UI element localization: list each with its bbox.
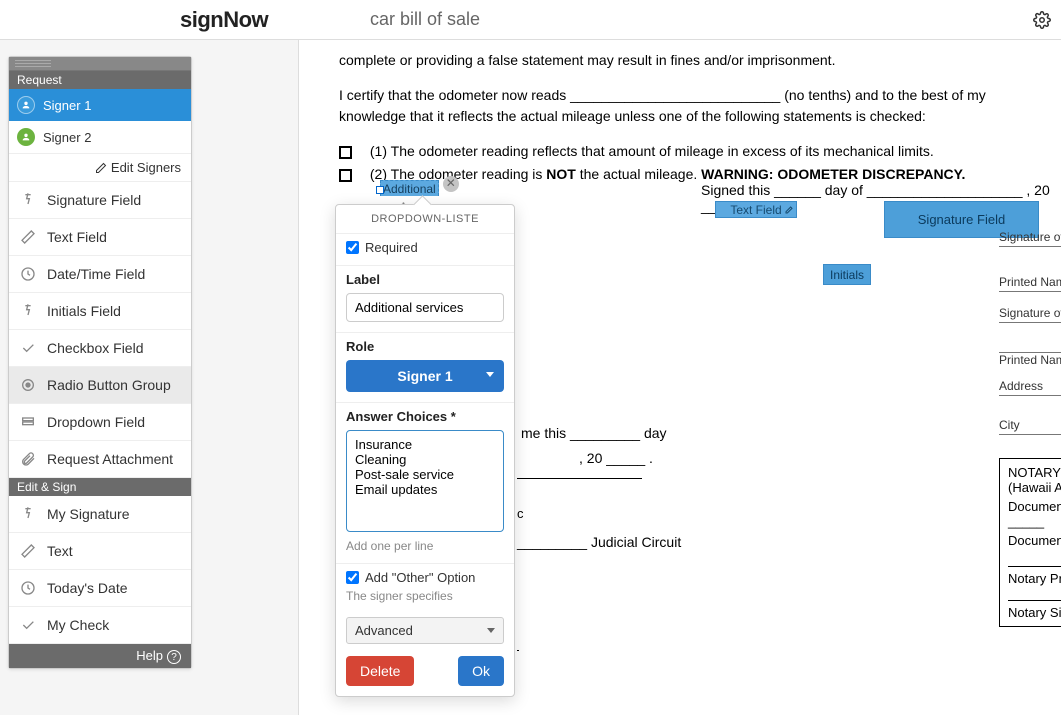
signature-icon <box>19 506 37 522</box>
person-icon <box>17 96 35 114</box>
chevron-down-icon <box>486 372 494 377</box>
role-label: Role <box>346 339 504 354</box>
field-datetime[interactable]: Date/Time Field <box>9 256 191 293</box>
text-field-chip[interactable]: Text Field <box>715 201 797 218</box>
notary-title: NOTARY CERTIFICATION: <box>1008 465 1061 480</box>
doc-text: complete or providing a false statement … <box>339 50 1041 71</box>
checkbox-icon <box>339 169 352 182</box>
doc-text: me this _________ day <box>521 423 667 444</box>
notary-box: NOTARY CERTIFICATION: (Hawaii Administra… <box>999 458 1061 627</box>
notary-docdate: Document Date: _________________ No. Pag… <box>1008 499 1061 529</box>
radio-icon <box>19 377 37 393</box>
check-icon <box>19 340 37 356</box>
field-initials[interactable]: Initials Field <box>9 293 191 330</box>
other-checkbox[interactable] <box>346 571 359 584</box>
field-signature[interactable]: Signature Field <box>9 182 191 219</box>
notary-name: Notary Printed Name <box>1008 571 1061 586</box>
form-label: Printed Name of Seller <box>999 275 1061 289</box>
field-text[interactable]: Text Field <box>9 219 191 256</box>
signer-2[interactable]: Signer 2 <box>9 121 191 153</box>
doc-text: _________ Judicial Circuit <box>517 532 681 553</box>
ok-button[interactable]: Ok <box>458 656 504 686</box>
doc-text: c <box>517 504 524 524</box>
help-button[interactable]: Help? <box>9 644 191 668</box>
person-icon <box>17 128 35 146</box>
fields-sidebar: Request Signer 1 Signer 2 Edit Signers S… <box>8 56 192 669</box>
delete-button[interactable]: Delete <box>346 656 414 686</box>
form-value: Peter <box>999 335 1061 352</box>
dropdown-token-label: Additional <box>380 180 439 196</box>
advanced-toggle[interactable]: Advanced <box>346 617 504 644</box>
checkbox-icon <box>339 146 352 159</box>
signature-icon <box>19 192 37 208</box>
edit-signers[interactable]: Edit Signers <box>9 153 191 182</box>
text-icon <box>19 543 37 559</box>
choices-textarea[interactable] <box>346 430 504 532</box>
notary-sig: Notary Signature <box>1008 605 1061 620</box>
dropdown-token[interactable]: Additional ✕ ✥ <box>380 180 439 198</box>
doc-text: I certify that the odometer now reads __… <box>339 85 1041 127</box>
app-logo: signNow <box>180 7 268 33</box>
form-label: Signature of Seller <box>999 306 1061 320</box>
tool-mycheck[interactable]: My Check <box>9 607 191 644</box>
edit-signers-label: Edit Signers <box>111 160 181 175</box>
other-hint: The signer specifies <box>346 589 504 603</box>
field-attachment[interactable]: Request Attachment <box>9 441 191 478</box>
clock-icon <box>19 580 37 596</box>
resize-handle-icon[interactable] <box>376 186 384 194</box>
signer-label: Signer 2 <box>43 130 91 145</box>
role-select[interactable]: Signer 1 <box>346 360 504 392</box>
required-label: Required <box>365 240 418 255</box>
initials-icon <box>19 303 37 319</box>
dropdown-icon <box>19 414 37 430</box>
tool-text[interactable]: Text <box>9 533 191 570</box>
required-checkbox[interactable] <box>346 241 359 254</box>
tool-todaysdate[interactable]: Today's Date <box>9 570 191 607</box>
form-label: Printed Name of Seller <box>999 353 1061 367</box>
request-header: Request <box>9 71 191 89</box>
drag-handle-icon[interactable] <box>9 57 191 71</box>
doc-text: (1) The odometer reading reflects that a… <box>370 143 934 159</box>
check-icon <box>19 617 37 633</box>
form-label: Signature of Seller <box>999 230 1061 244</box>
doc-text: , 20 _____ . <box>579 448 653 469</box>
field-checkbox[interactable]: Checkbox Field <box>9 330 191 367</box>
initials-chip[interactable]: Initials <box>823 264 871 285</box>
signer-1[interactable]: Signer 1 <box>9 89 191 121</box>
choices-hint: Add one per line <box>346 539 504 553</box>
text-icon <box>19 229 37 245</box>
signer-label: Signer 1 <box>43 98 91 113</box>
gear-icon[interactable] <box>1033 11 1051 29</box>
document-title[interactable]: car bill of sale <box>370 9 480 30</box>
form-label: City <box>999 418 1020 432</box>
dropdown-settings-popover: DROPDOWN-LISTE Required Label Role Signe… <box>335 204 515 697</box>
topbar: signNow car bill of sale <box>0 0 1061 40</box>
choices-label: Answer Choices * <box>346 409 504 424</box>
form-label: Address <box>999 379 1043 393</box>
notary-desc: DocumentDescription: ___________________… <box>1008 533 1061 548</box>
editsign-header: Edit & Sign <box>9 478 191 496</box>
label-input[interactable] <box>346 293 504 322</box>
close-icon[interactable]: ✕ <box>443 176 459 192</box>
field-radio[interactable]: Radio Button Group <box>9 367 191 404</box>
label-label: Label <box>346 272 504 287</box>
other-label: Add "Other" Option <box>365 570 475 585</box>
chevron-down-icon <box>487 628 495 633</box>
notary-rules: (Hawaii Administrative Rules §5-11-8) <box>1008 480 1061 495</box>
form-fields: Signature of Seller Printed Name of Sell… <box>999 218 1061 435</box>
clock-icon <box>19 266 37 282</box>
help-icon: ? <box>167 650 181 664</box>
field-dropdown[interactable]: Dropdown Field <box>9 404 191 441</box>
tool-mysignature[interactable]: My Signature <box>9 496 191 533</box>
popover-title: DROPDOWN-LISTE <box>336 205 514 233</box>
paperclip-icon <box>19 451 37 467</box>
